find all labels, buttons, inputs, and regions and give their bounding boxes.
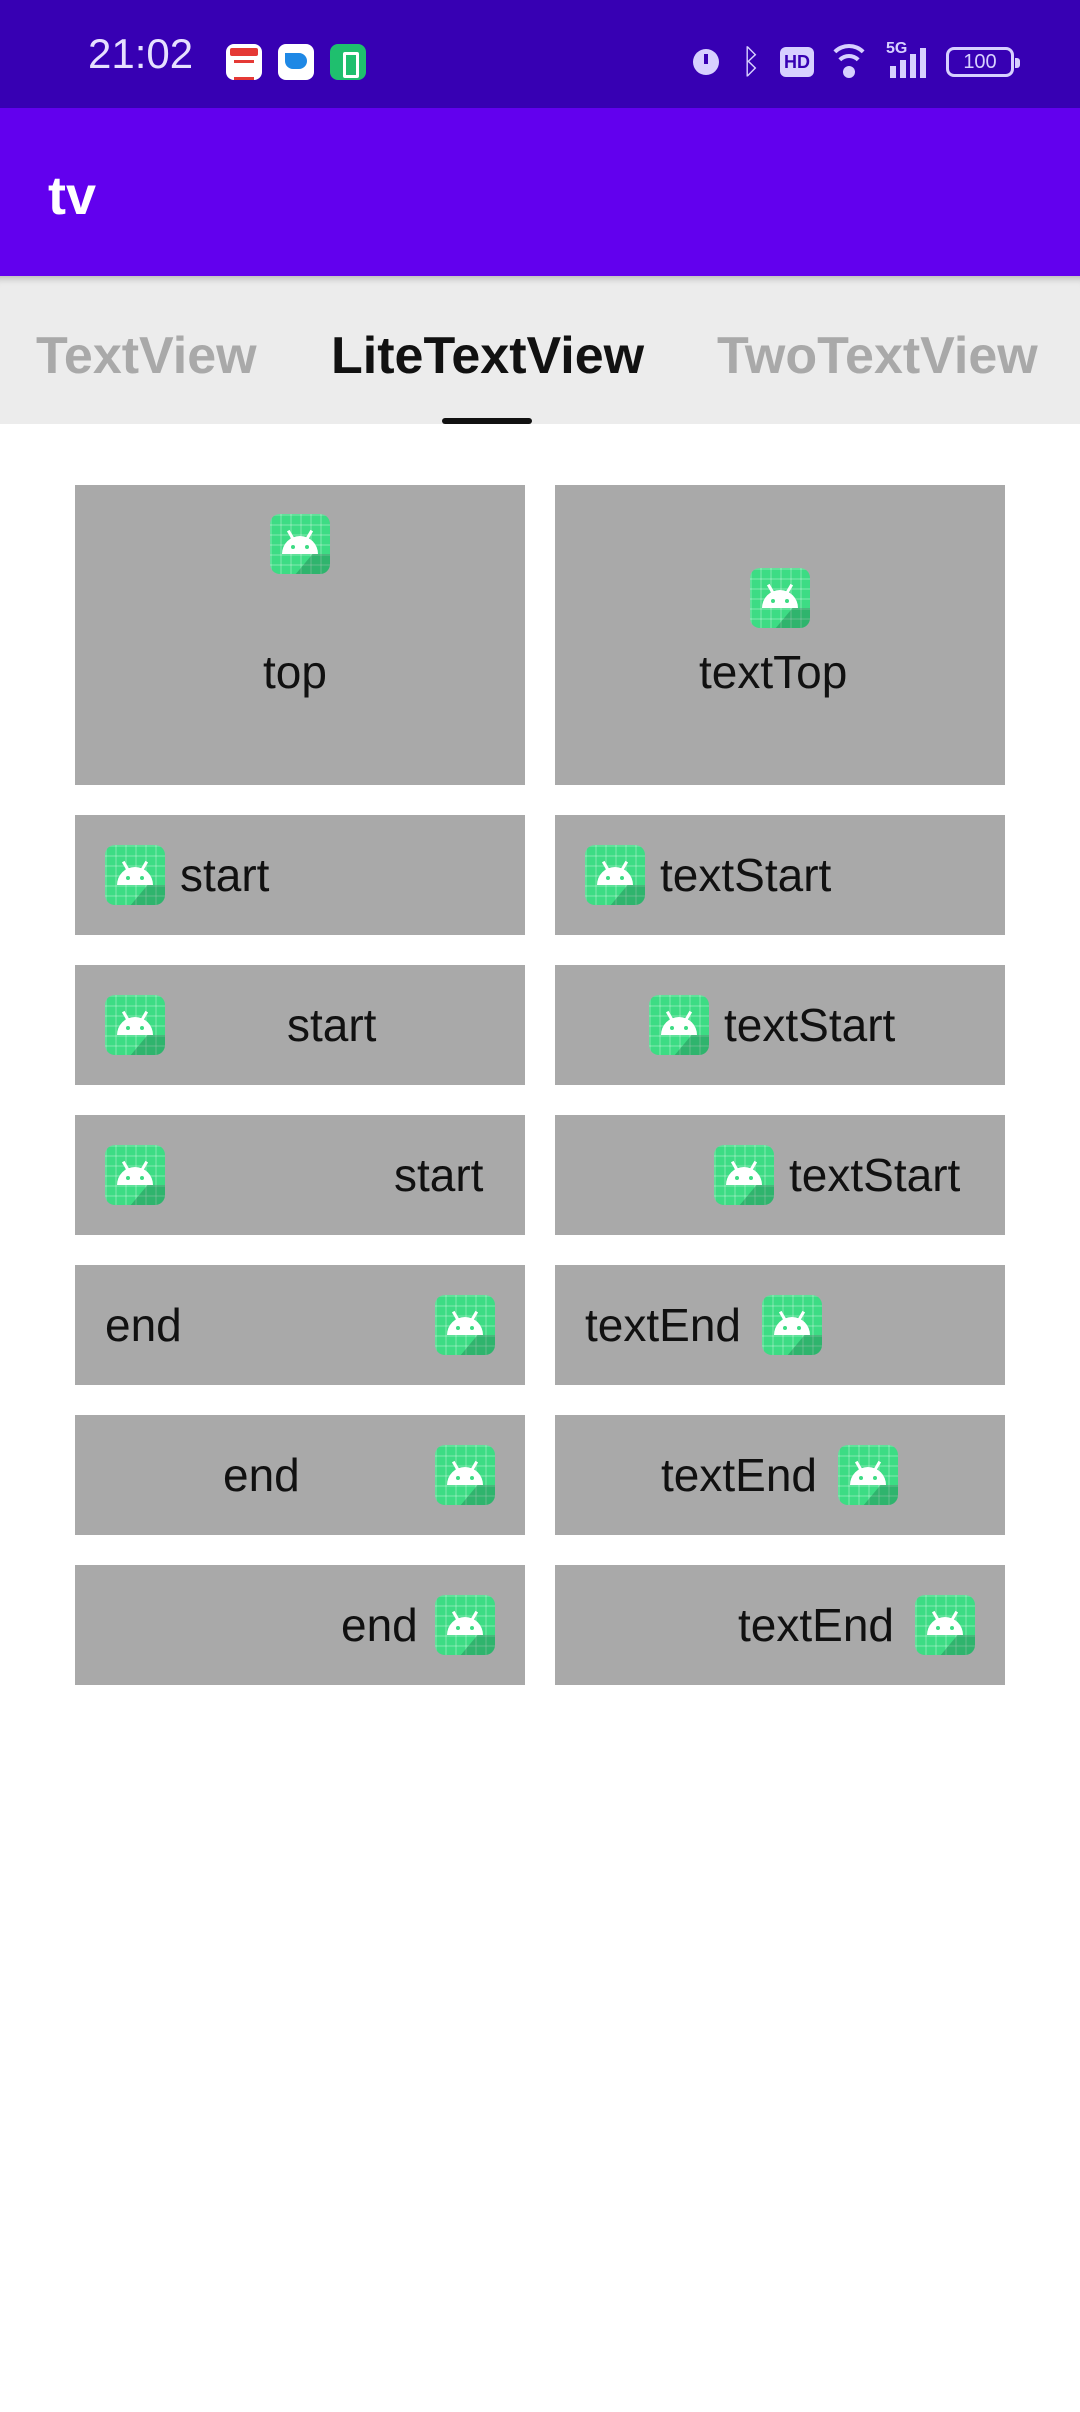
cell-label: textStart bbox=[724, 999, 896, 1051]
android-robot-icon bbox=[762, 1295, 822, 1355]
cell-label: end bbox=[341, 1599, 418, 1651]
android-robot-icon bbox=[105, 845, 165, 905]
cell-text-end-center: textEnd bbox=[555, 1415, 1005, 1535]
hd-icon: HD bbox=[780, 47, 814, 77]
app-bar: tv bbox=[0, 108, 1080, 276]
android-robot-icon bbox=[750, 568, 810, 628]
battery-icon: 100 bbox=[946, 47, 1020, 77]
network-type-label: 5G bbox=[886, 40, 908, 57]
tab-textview[interactable]: TextView bbox=[36, 328, 257, 384]
cell-label: textTop bbox=[699, 646, 848, 698]
cell-label: textEnd bbox=[661, 1449, 817, 1501]
android-robot-icon bbox=[105, 1145, 165, 1205]
cell-label: end bbox=[105, 1299, 182, 1351]
android-robot-icon bbox=[585, 845, 645, 905]
cell-text-top: textTop bbox=[555, 485, 1005, 785]
android-robot-icon bbox=[270, 514, 330, 574]
cell-label: end bbox=[223, 1449, 300, 1501]
battery-saver-app-icon bbox=[330, 44, 366, 80]
android-robot-icon bbox=[435, 1295, 495, 1355]
android-robot-icon bbox=[435, 1595, 495, 1655]
cell-start-center: start bbox=[75, 965, 525, 1085]
tab-twotextview[interactable]: TwoTextView bbox=[717, 328, 1038, 384]
cell-text-end-left: textEnd bbox=[555, 1265, 1005, 1385]
cell-top: top bbox=[75, 485, 525, 785]
cell-label: start bbox=[287, 999, 377, 1051]
tab-bar: TextView LiteTextView TwoTextView bbox=[0, 276, 1080, 424]
cell-text-start-left: textStart bbox=[555, 815, 1005, 935]
tab-indicator bbox=[442, 418, 532, 424]
cell-label: start bbox=[180, 849, 270, 901]
cell-label: start bbox=[394, 1149, 484, 1201]
cell-label: top bbox=[263, 646, 327, 698]
wifi-icon bbox=[826, 44, 872, 80]
android-robot-icon bbox=[714, 1145, 774, 1205]
cell-label: textEnd bbox=[738, 1599, 894, 1651]
cell-label: textEnd bbox=[585, 1299, 741, 1351]
android-robot-icon bbox=[105, 995, 165, 1055]
signal-icon: 5G bbox=[886, 40, 934, 80]
cell-end-left: end bbox=[75, 1265, 525, 1385]
cell-text-start-center: textStart bbox=[555, 965, 1005, 1085]
android-robot-icon bbox=[649, 995, 709, 1055]
status-bar: 21:02 ᛒ HD 5G 100 bbox=[0, 0, 1080, 108]
cell-end-center: end bbox=[75, 1415, 525, 1535]
bluetooth-icon: ᛒ bbox=[740, 43, 762, 81]
android-robot-icon bbox=[435, 1445, 495, 1505]
cell-text-end-right: textEnd bbox=[555, 1565, 1005, 1685]
status-time: 21:02 bbox=[88, 30, 194, 77]
app-title: tv bbox=[48, 166, 97, 226]
cell-label: textStart bbox=[660, 849, 832, 901]
android-robot-icon bbox=[838, 1445, 898, 1505]
cell-start-left: start bbox=[75, 815, 525, 935]
calendar-app-icon bbox=[226, 44, 262, 80]
android-robot-icon bbox=[915, 1595, 975, 1655]
cell-text-start-right: textStart bbox=[555, 1115, 1005, 1235]
messenger-app-icon bbox=[278, 44, 314, 80]
cell-end-right: end bbox=[75, 1565, 525, 1685]
tab-litetextview[interactable]: LiteTextView bbox=[331, 328, 644, 384]
alarm-icon bbox=[688, 44, 724, 80]
cell-label: textStart bbox=[789, 1149, 961, 1201]
cell-start-right: start bbox=[75, 1115, 525, 1235]
